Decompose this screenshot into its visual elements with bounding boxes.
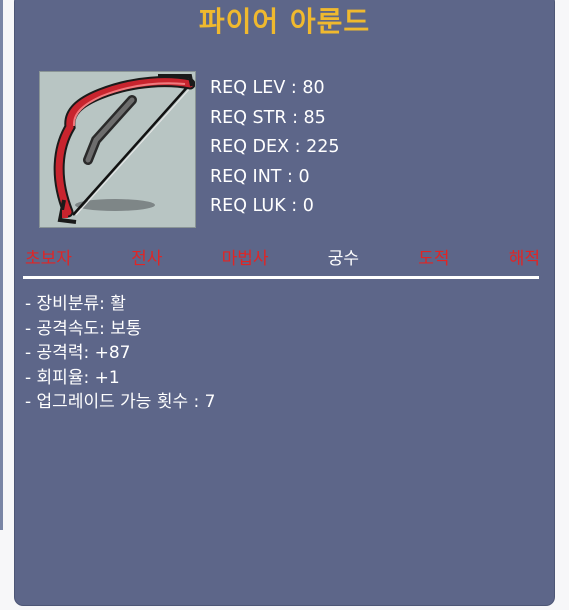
- stat-category: - 장비분류: 활: [25, 294, 126, 314]
- class-warrior: 전사: [131, 249, 163, 269]
- class-magician: 마법사: [221, 249, 269, 269]
- stat-attack-speed: - 공격속도: 보통: [25, 318, 142, 339]
- req-int: REQ INT : 0: [210, 166, 310, 187]
- class-bowman: 궁수: [327, 249, 360, 269]
- req-dex: REQ DEX : 225: [210, 137, 340, 157]
- stat-upgrade-slots: - 업그레이드 가능 횟수 : 7: [25, 392, 216, 412]
- item-tooltip: 파이어 아룬드 REQ LEV : 80 REQ STR : 85 REQ DE…: [15, 0, 554, 605]
- stat-attack: - 공격력: +87: [25, 343, 131, 363]
- req-str: REQ STR : 85: [210, 107, 326, 128]
- req-luk: REQ LUK : 0: [210, 196, 314, 216]
- class-beginner: 초보자: [25, 249, 72, 269]
- class-list: 초보자 전사 마법사 궁수 도적 해적: [25, 244, 540, 269]
- divider: [23, 276, 539, 279]
- class-thief: 도적: [418, 249, 450, 269]
- stat-avoidability: - 회피율: +1: [25, 367, 120, 388]
- class-pirate: 해적: [508, 249, 540, 269]
- bow-icon: [39, 71, 196, 228]
- background-window-edge: [0, 0, 3, 530]
- item-name: 파이어 아룬드: [198, 5, 371, 38]
- req-level: REQ LEV : 80: [210, 78, 325, 98]
- bow-illustration: [53, 74, 196, 224]
- requirements-list: REQ LEV : 80 REQ STR : 85 REQ DEX : 225 …: [210, 74, 340, 222]
- stats-list: - 장비분류: 활 - 공격속도: 보통 - 공격력: +87 - 회피율: +…: [25, 292, 215, 415]
